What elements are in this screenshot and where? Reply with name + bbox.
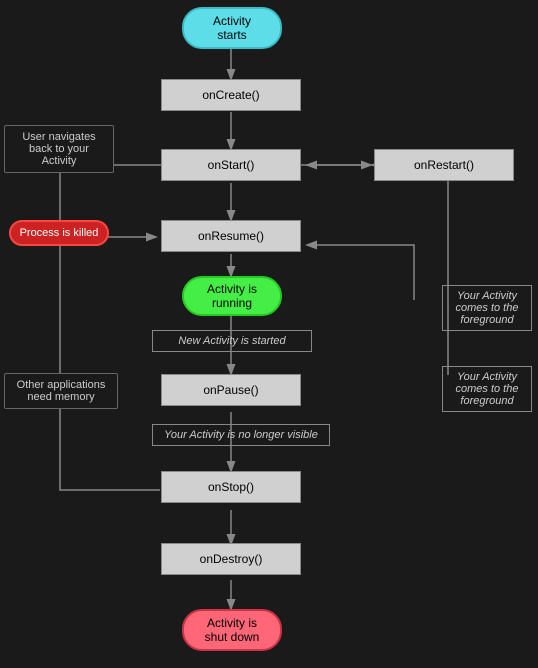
on-start-label: onStart() bbox=[208, 158, 255, 172]
other-apps-label: Other applications need memory bbox=[4, 373, 118, 409]
activity-starts-node: Activity starts bbox=[182, 7, 282, 49]
on-pause-label: onPause() bbox=[203, 383, 258, 397]
activity-foreground-bottom-label: Your Activity comes to the foreground bbox=[442, 366, 532, 412]
on-restart-label: onRestart() bbox=[414, 158, 474, 172]
on-start-node: onStart() bbox=[161, 149, 301, 181]
activity-shutdown-node: Activity is shut down bbox=[182, 609, 282, 651]
activity-shutdown-label: Activity is shut down bbox=[200, 616, 264, 644]
user-navigates-label: User navigates back to your Activity bbox=[4, 125, 114, 173]
on-stop-label: onStop() bbox=[208, 480, 254, 494]
on-create-node: onCreate() bbox=[161, 79, 301, 111]
on-create-label: onCreate() bbox=[202, 88, 259, 102]
on-restart-node: onRestart() bbox=[374, 149, 514, 181]
new-activity-label: New Activity is started bbox=[152, 330, 312, 352]
on-resume-node: onResume() bbox=[161, 220, 301, 252]
on-stop-node: onStop() bbox=[161, 471, 301, 503]
no-longer-visible-label: Your Activity is no longer visible bbox=[152, 424, 330, 446]
on-destroy-label: onDestroy() bbox=[200, 552, 263, 566]
on-destroy-node: onDestroy() bbox=[161, 543, 301, 575]
on-resume-label: onResume() bbox=[198, 229, 264, 243]
activity-lifecycle-diagram: Activity starts onCreate() onStart() onR… bbox=[0, 0, 538, 668]
process-killed-label: Process is killed bbox=[9, 220, 109, 246]
on-pause-node: onPause() bbox=[161, 374, 301, 406]
activity-foreground-top-label: Your Activity comes to the foreground bbox=[442, 285, 532, 331]
activity-running-label: Activity is running bbox=[200, 282, 264, 310]
activity-starts-label: Activity starts bbox=[200, 14, 264, 42]
activity-running-node: Activity is running bbox=[182, 276, 282, 316]
